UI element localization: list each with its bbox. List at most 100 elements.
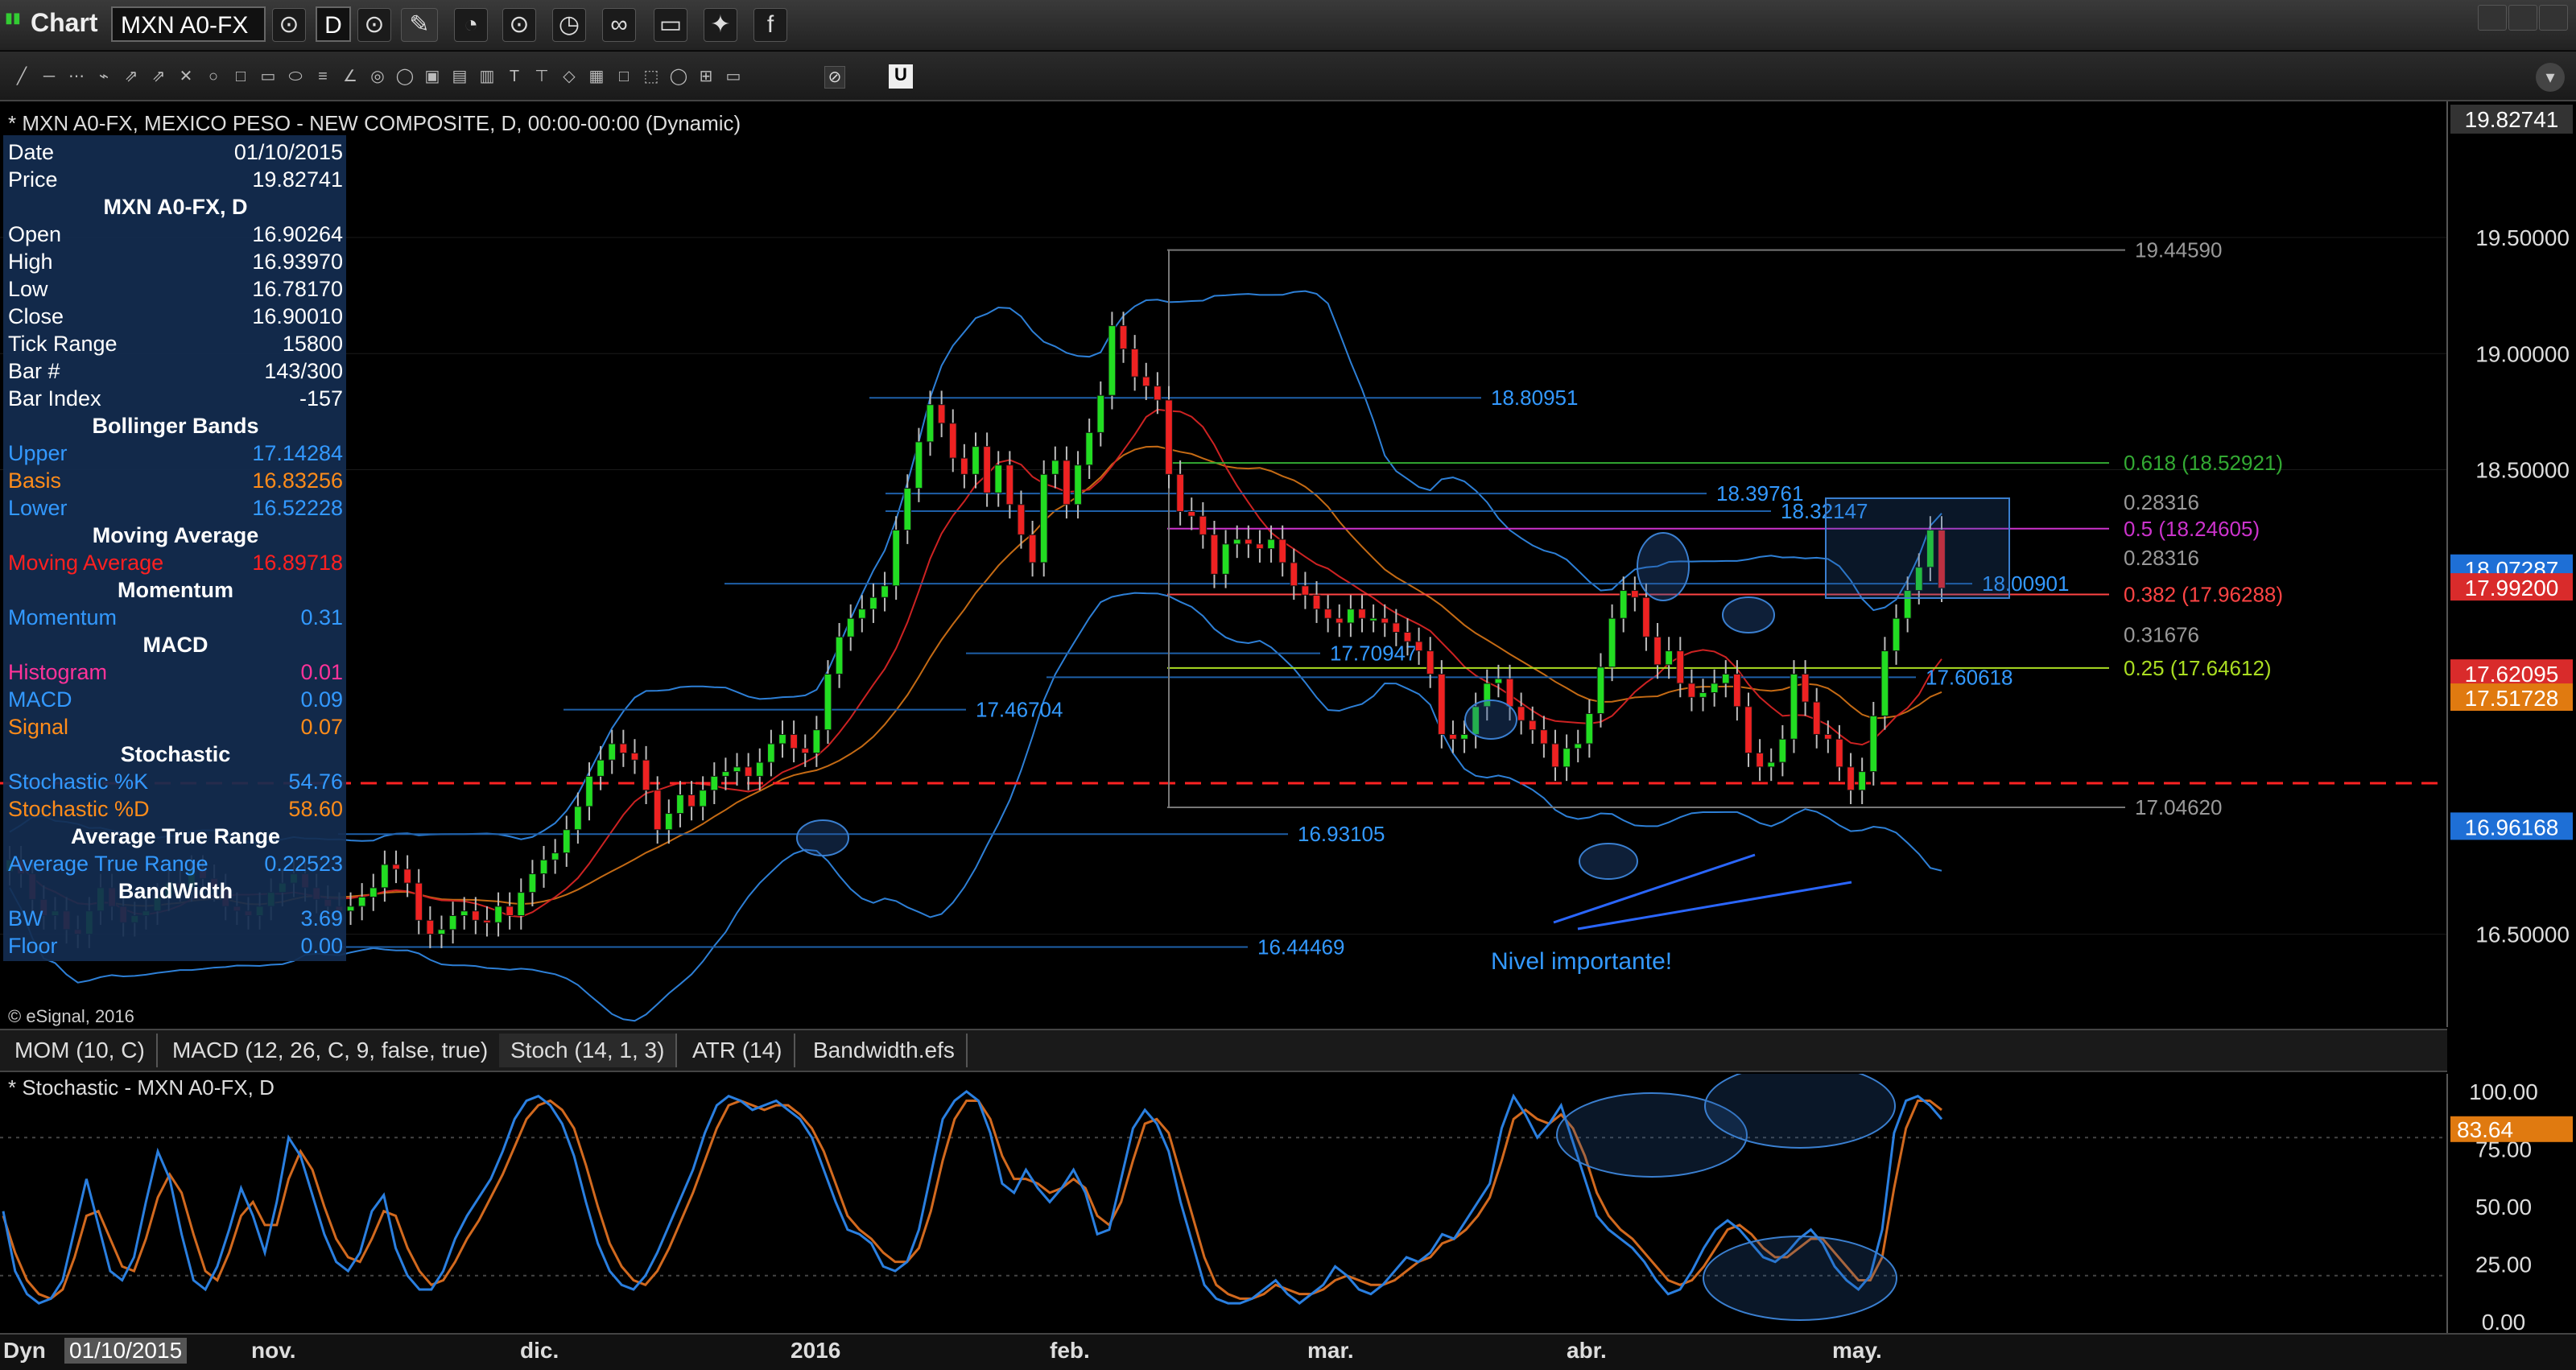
drawing-tool-icon[interactable]: ╱ xyxy=(8,66,35,86)
price-chart[interactable]: 19.4459018.8095118.3976118.3214718.00901… xyxy=(0,101,2576,1027)
candle-body xyxy=(937,404,946,424)
stoch-tick-label: 25.00 xyxy=(2475,1252,2532,1277)
data-window-label: Stochastic %K xyxy=(8,770,148,794)
data-window-header: Moving Average xyxy=(93,523,259,547)
drawing-tools[interactable]: ╱ ─ ⋯ ⌁ ⇗ ⇗ ✕ ○ □ ▭ ⬭ ≡ ∠ ◎ ◯ ▣ ▤ ▥ T ⊤ ◇ ▦ □ ⬚ ◯ ⊞ ▭ xyxy=(8,66,747,87)
drawing-tool-icon[interactable]: ⊤ xyxy=(528,66,555,86)
data-window-value: 17.14284 xyxy=(252,441,343,465)
drawing-tool-icon[interactable]: □ xyxy=(610,68,638,86)
drawing-tool-icon[interactable]: ∠ xyxy=(336,66,364,86)
candle-body xyxy=(1608,617,1616,668)
time-axis-label: feb. xyxy=(1050,1338,1090,1363)
level-label: 18.80951 xyxy=(1491,386,1578,410)
maximize-button[interactable] xyxy=(2539,5,2568,31)
drawing-tool-icon[interactable]: ◯ xyxy=(391,66,419,86)
time-axis[interactable]: Dyn 01/10/2015 nov. dic. 2016 feb. mar. abr. m… xyxy=(0,1333,2576,1370)
highlight-ellipse xyxy=(1579,843,1638,880)
twitter-button[interactable]: ✦ xyxy=(704,8,737,42)
candle-body xyxy=(1596,666,1605,714)
drawing-tool-icon[interactable]: ◎ xyxy=(364,66,391,86)
symbol-link-button[interactable]: ⊙ xyxy=(272,8,306,42)
minimize-button[interactable] xyxy=(2508,5,2537,31)
candle-body xyxy=(642,759,650,791)
time-axis-label: 2016 xyxy=(791,1338,841,1363)
candle-body xyxy=(1687,683,1696,698)
data-window-label: Average True Range xyxy=(8,852,208,876)
drawing-tool-icon[interactable]: ✕ xyxy=(172,66,200,86)
drawing-tool-icon[interactable]: ⬚ xyxy=(638,66,665,86)
candle-body xyxy=(1176,473,1184,512)
candle-body xyxy=(1744,706,1752,754)
drawing-tool-icon[interactable]: ⇗ xyxy=(118,66,145,86)
candle-body xyxy=(835,636,844,675)
chart-title: * MXN A0-FX, MEXICO PESO - NEW COMPOSITE… xyxy=(8,111,741,135)
drawing-tool-icon[interactable]: ⇗ xyxy=(145,66,172,86)
chat-button[interactable]: ▭ xyxy=(654,8,687,42)
candle-body xyxy=(1051,460,1059,475)
drawing-tool-icon[interactable]: T xyxy=(501,68,528,86)
link-button[interactable]: ∞ xyxy=(602,8,636,42)
indicator-tab[interactable]: Bandwidth.efs xyxy=(802,1034,968,1067)
candle-body xyxy=(857,609,866,619)
data-window-value: 16.90264 xyxy=(252,222,343,246)
clock-button[interactable]: ◷ xyxy=(552,8,586,42)
drawing-tool-icon[interactable]: ⬭ xyxy=(282,68,309,86)
drawing-tool-icon[interactable]: ◯ xyxy=(665,66,692,86)
crosshair-button[interactable]: ⊙ xyxy=(502,8,536,42)
drawing-tool-icon[interactable]: ⌁ xyxy=(90,66,118,86)
drawing-tool-icon[interactable]: ⊞ xyxy=(692,66,720,86)
candle-body xyxy=(1574,743,1583,749)
candle-body xyxy=(1869,715,1878,773)
candle-body xyxy=(1517,706,1525,721)
candle-body xyxy=(1358,609,1366,619)
indicator-tab[interactable]: MACD (12, 26, C, 9, false, true) xyxy=(161,1034,502,1067)
stochastic-pane[interactable]: 100.0075.0050.0025.000.0083.64 * Stochas… xyxy=(0,1074,2576,1333)
stochastic-axis[interactable]: 100.0075.0050.0025.000.0083.64 xyxy=(2446,1074,2576,1333)
indicator-tab[interactable]: ATR (14) xyxy=(681,1034,795,1067)
indicator-tab[interactable]: Stoch (14, 1, 3) xyxy=(499,1034,678,1067)
drawing-tool-icon[interactable]: ◇ xyxy=(555,66,583,86)
drawing-tool-icon[interactable]: ▦ xyxy=(583,66,610,86)
price-axis[interactable]: 19.82741 19.50000 19.00000 18.50000 16.50000… xyxy=(2446,101,2576,1027)
draw-pencil-button[interactable]: ✎ xyxy=(401,8,438,42)
candle-body xyxy=(1108,325,1117,396)
candle-body xyxy=(1812,701,1821,735)
fib-label: 0.31676 xyxy=(2124,622,2199,646)
level-label: 17.60618 xyxy=(1926,665,2013,689)
drawing-tool-icon[interactable]: ○ xyxy=(200,68,227,86)
interval-input[interactable]: D xyxy=(316,6,351,42)
facebook-button[interactable]: f xyxy=(753,8,787,42)
drawing-tool-icon[interactable]: ≡ xyxy=(309,68,336,86)
cursor-button[interactable]: ◔ xyxy=(454,8,488,42)
symbol-input[interactable]: MXN A0-FX xyxy=(111,6,266,42)
drawing-tool-icon[interactable]: ⋯ xyxy=(63,66,90,86)
level-label: 16.93105 xyxy=(1298,822,1385,846)
pin-button[interactable] xyxy=(2478,5,2507,31)
drawing-tool-icon[interactable]: ▭ xyxy=(720,66,747,86)
candle-body xyxy=(506,906,514,917)
indicator-tab[interactable]: MOM (10, C) xyxy=(3,1034,158,1067)
price-tag-label: 17.99200 xyxy=(2465,576,2559,600)
toolbar-collapse-button[interactable]: ▾ xyxy=(2536,63,2565,92)
magnet-button[interactable]: ⊘ xyxy=(824,66,845,89)
data-window-value: 16.93970 xyxy=(252,250,343,274)
candle-body xyxy=(460,910,469,917)
drawing-tool-icon[interactable]: ▭ xyxy=(254,66,282,86)
candle-body xyxy=(824,673,832,731)
interval-link-button[interactable]: ⊙ xyxy=(357,8,391,42)
data-window-label: Lower xyxy=(8,496,68,520)
data-window-value: 0.01 xyxy=(300,660,343,684)
data-window-value: 16.78170 xyxy=(252,277,343,301)
candle-body xyxy=(1028,534,1037,563)
candle-body xyxy=(369,887,378,898)
drawing-tool-icon[interactable]: ▤ xyxy=(446,66,473,86)
drawing-tool-icon[interactable]: ▥ xyxy=(473,66,501,86)
data-window-header: Average True Range xyxy=(71,824,280,848)
price-tick-label: 19.00000 xyxy=(2475,341,2570,366)
drawing-tool-icon[interactable]: ▣ xyxy=(419,66,446,86)
highlight-ellipse xyxy=(1722,596,1775,633)
drawing-tool-icon[interactable]: □ xyxy=(227,68,254,86)
candle-body xyxy=(1710,683,1719,694)
snap-button[interactable]: U xyxy=(889,64,913,89)
drawing-tool-icon[interactable]: ─ xyxy=(35,68,63,86)
